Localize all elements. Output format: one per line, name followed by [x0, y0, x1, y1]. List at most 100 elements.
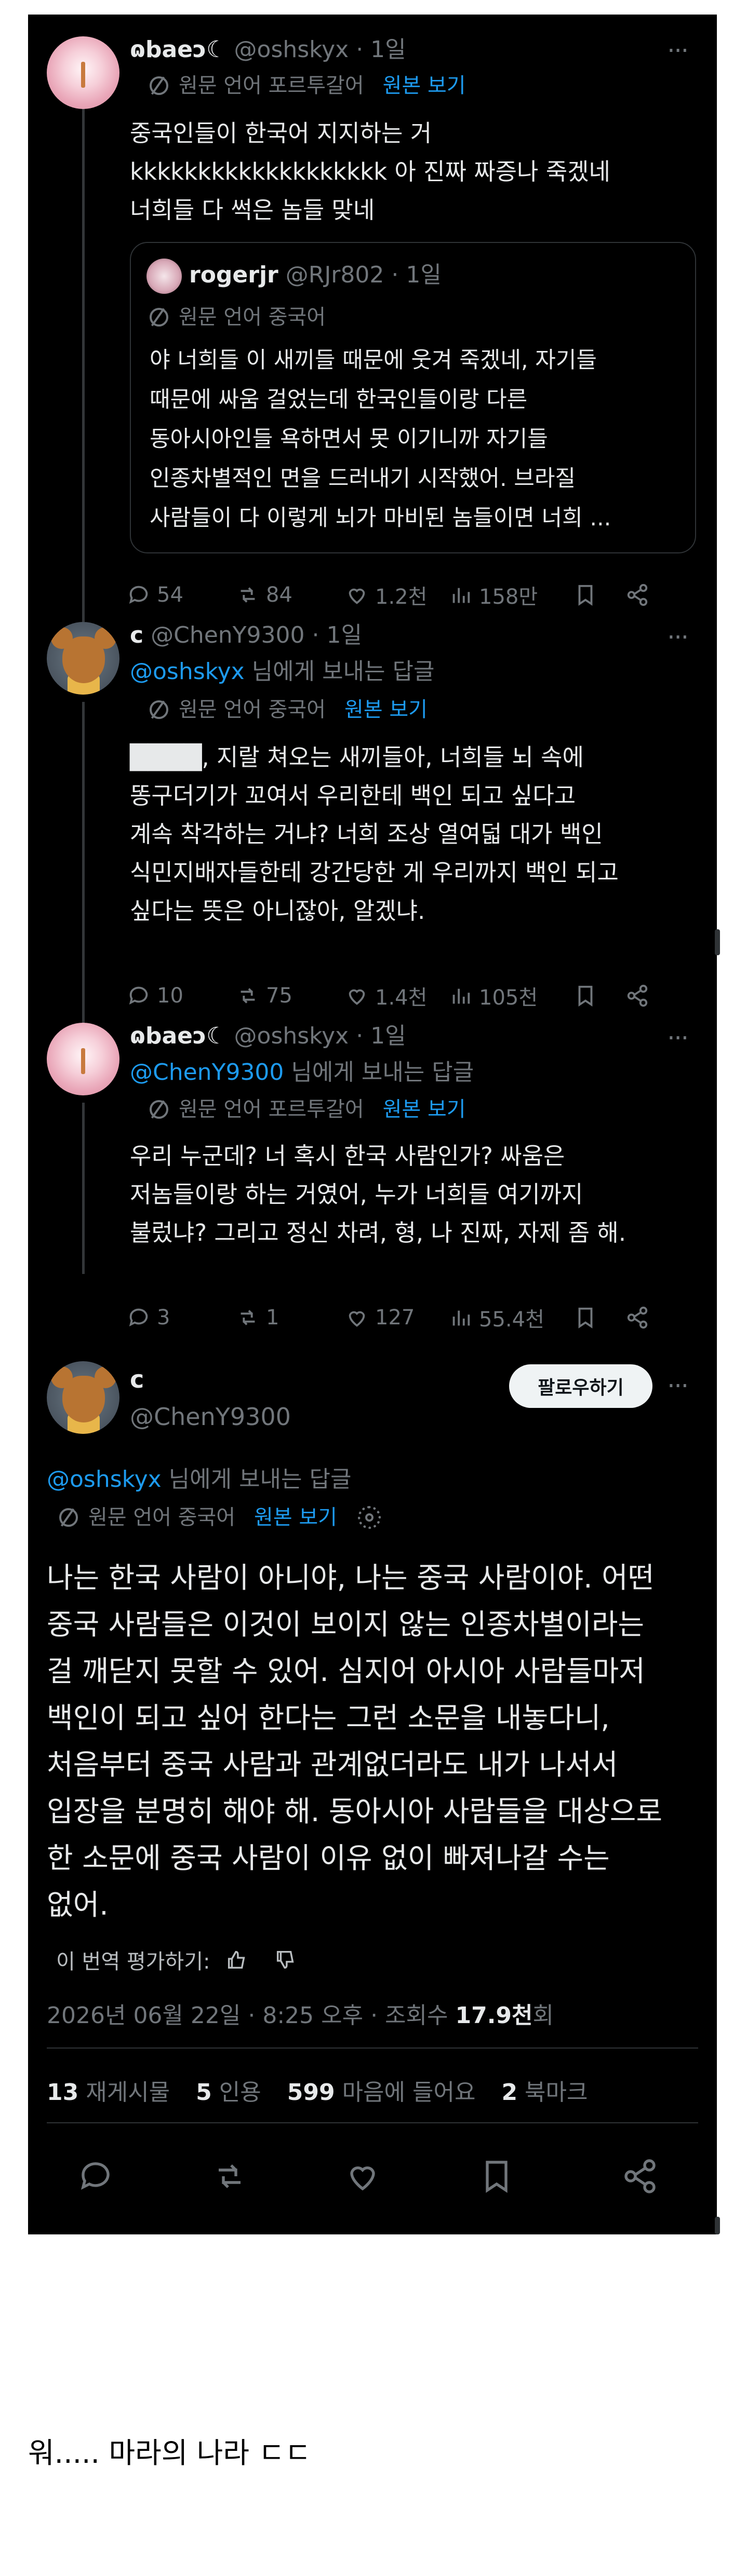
bookmark-button[interactable]: [573, 583, 604, 607]
repost-icon[interactable]: [211, 2158, 248, 2195]
show-original-link[interactable]: 원본 보기: [383, 73, 466, 99]
avatar[interactable]: [47, 1023, 119, 1095]
reply-count: 10: [157, 984, 183, 1008]
views-count: 55.4천: [479, 1308, 544, 1332]
handle[interactable]: @oshskyx: [234, 1023, 349, 1049]
thumbs-down-icon[interactable]: [274, 1948, 298, 1972]
reply-to-line: @oshskyx 님에게 보내는 답글: [130, 657, 434, 686]
display-name[interactable]: ɷbaeↄ☾: [130, 36, 227, 63]
engagement-counts: 13 재게시물 5 인용 599 마음에 들어요 2 북마크: [47, 2073, 588, 2107]
quote-body: 야 너희들 이 새끼들 때문에 웃겨 죽겠네, 자기들 때문에 싸움 걸었는데 …: [150, 341, 679, 538]
action-bar: 3 1 127 55.4천: [127, 1303, 698, 1332]
reply-icon: [129, 1308, 148, 1326]
reply-icon[interactable]: [77, 2158, 114, 2195]
mention-link[interactable]: @oshskyx: [130, 658, 245, 685]
views-button[interactable]: 158만: [449, 580, 538, 610]
likes-count-link[interactable]: 599 마음에 들어요: [287, 2079, 476, 2106]
timestamp[interactable]: · 1일: [356, 36, 406, 63]
like-button[interactable]: 127: [345, 1306, 415, 1330]
count-label: 재게시물: [78, 2079, 170, 2106]
view-count: 17.9천: [455, 2002, 533, 2029]
more-icon[interactable]: ···: [667, 1026, 689, 1051]
quote-time: · 1일: [391, 262, 442, 288]
show-original-link[interactable]: 원본 보기: [383, 1096, 466, 1122]
repost-button[interactable]: 75: [236, 984, 292, 1008]
views-button[interactable]: 55.4천: [449, 1303, 544, 1333]
translate-label: 원문 언어 포르투갈어: [179, 1097, 364, 1121]
share-icon[interactable]: [621, 2158, 659, 2195]
like-button[interactable]: 1.4천: [345, 981, 427, 1011]
reply-to-line: @ChenY9300 님에게 보내는 답글: [130, 1058, 474, 1087]
translate-label: 원문 언어 중국어: [179, 305, 326, 329]
body-line: 똥구더기가 꼬여서 우리한테 백인 되고 싶다고: [130, 782, 576, 809]
translate-icon: [150, 700, 168, 719]
reposts-count-link[interactable]: 13 재게시물: [47, 2079, 170, 2106]
follow-button[interactable]: 팔로우하기: [509, 1364, 652, 1408]
display-name[interactable]: ɷbaeↄ☾: [130, 1023, 227, 1049]
share-button[interactable]: [625, 583, 656, 607]
body-line: kkkkkkkkkkkkkkkkkkk 아 진짜 짜증나 죽겠네: [130, 158, 610, 185]
views-button[interactable]: 105천: [449, 981, 538, 1011]
repost-icon: [241, 988, 255, 1004]
share-button[interactable]: [625, 984, 656, 1008]
mention-link[interactable]: @oshskyx: [47, 1466, 162, 1493]
repost-button[interactable]: 1: [236, 1306, 279, 1330]
more-icon[interactable]: ···: [667, 625, 689, 650]
heart-icon: [349, 588, 365, 604]
body-line: ████, 지랄 쳐오는 새끼들아, 너희들 뇌 속에: [130, 743, 584, 771]
repost-button[interactable]: 84: [236, 583, 292, 607]
reply-button[interactable]: 3: [127, 1306, 170, 1330]
handle[interactable]: @ChenY9300: [151, 622, 304, 648]
timestamp[interactable]: · 1일: [356, 1023, 406, 1049]
mention-link[interactable]: @ChenY9300: [130, 1059, 284, 1086]
bookmark-button[interactable]: [573, 1306, 604, 1330]
divider: [47, 2122, 698, 2123]
reply-icon: [129, 586, 148, 604]
avatar[interactable]: [47, 1361, 119, 1434]
heart-icon: [349, 1311, 365, 1327]
reply-button[interactable]: 54: [127, 583, 183, 607]
body-line: 우리 누군데? 너 혹시 한국 사람인가? 싸움은: [130, 1142, 565, 1170]
display-name[interactable]: c: [130, 1365, 144, 1393]
quotes-count-link[interactable]: 5 인용: [196, 2079, 261, 2106]
timestamp[interactable]: 2026년 06월 22일 · 8:25 오후 · 조회수: [47, 2002, 455, 2029]
avatar[interactable]: [47, 622, 119, 695]
body-line: 없어.: [47, 1888, 109, 1921]
bookmark-icon[interactable]: [478, 2158, 515, 2195]
reply-button[interactable]: 10: [127, 984, 183, 1008]
like-button[interactable]: 1.2천: [345, 580, 427, 610]
show-original-link[interactable]: 원본 보기: [254, 1504, 337, 1530]
translate-row: 원문 언어 중국어 원본 보기: [59, 1504, 381, 1530]
bookmark-button[interactable]: [573, 984, 604, 1008]
handle[interactable]: @ChenY9300: [130, 1403, 291, 1431]
handle[interactable]: @oshskyx: [234, 36, 349, 63]
more-icon[interactable]: ···: [667, 38, 689, 63]
twitter-thread-panel: ɷbaeↄ☾ @oshskyx · 1일 ··· 원문 언어 포르투갈어 원본 …: [28, 15, 717, 2234]
repost-count: 84: [266, 583, 292, 607]
action-bar: 54 84 1.2천 158만: [127, 580, 698, 609]
repost-icon: [241, 587, 255, 603]
heart-icon: [349, 989, 365, 1005]
avatar[interactable]: [47, 36, 119, 109]
more-icon[interactable]: ···: [667, 1374, 689, 1399]
body-line: 야 너희들 이 새끼들 때문에 웃겨 죽겠네, 자기들: [150, 347, 597, 373]
reply-count: 54: [157, 583, 183, 607]
bookmarks-count-link[interactable]: 2 북마크: [501, 2079, 588, 2106]
heart-icon[interactable]: [344, 2158, 381, 2195]
show-original-link[interactable]: 원본 보기: [344, 697, 428, 723]
body-line: 인종차별적인 면을 드러내기 시작했어. 브라질: [150, 466, 576, 492]
timestamp[interactable]: · 1일: [312, 622, 362, 648]
quote-tweet[interactable]: rogerjr @RJr802 · 1일 원문 언어 중국어 야 너희들 이 새…: [130, 242, 696, 553]
body-line: 한 소문에 중국 사람이 이유 없이 빠져나갈 수는: [47, 1841, 610, 1875]
scrollbar-thumb[interactable]: [715, 929, 720, 955]
action-bar: 10 75 1.4천 105천: [127, 981, 698, 1010]
display-name[interactable]: c: [130, 622, 143, 648]
thumbs-up-icon[interactable]: [225, 1948, 249, 1972]
gear-icon[interactable]: [357, 1506, 381, 1529]
share-button[interactable]: [625, 1306, 656, 1330]
repost-icon: [241, 1310, 255, 1325]
share-icon: [627, 984, 648, 1007]
scrollbar-thumb[interactable]: [715, 2217, 720, 2234]
tweet-header: ɷbaeↄ☾ @oshskyx · 1일: [130, 1022, 406, 1051]
count-num: 599: [287, 2079, 335, 2106]
